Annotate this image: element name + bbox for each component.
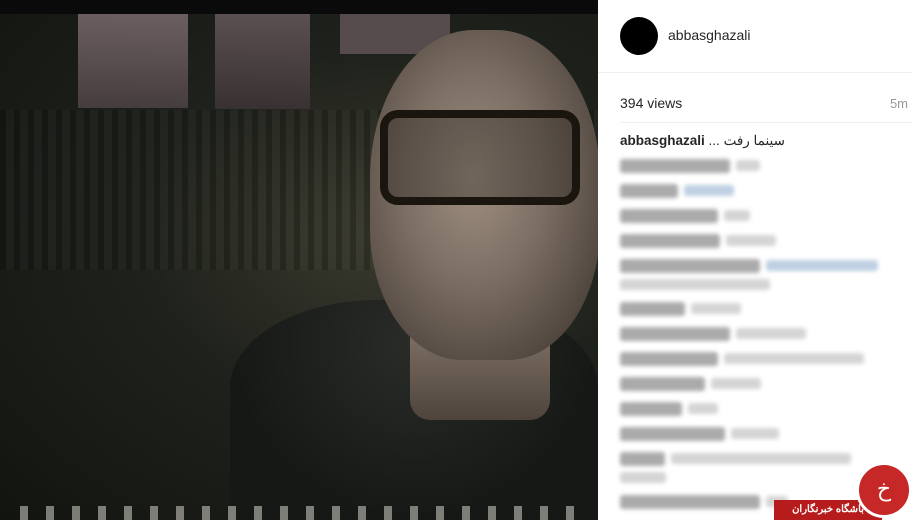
- list-item: [620, 425, 910, 447]
- comment-username-blurred[interactable]: [620, 451, 665, 466]
- comment-text-blurred: [688, 403, 718, 415]
- comment-text-blurred: [691, 303, 741, 315]
- list-item: [620, 375, 910, 397]
- comment-username-blurred[interactable]: [620, 401, 682, 416]
- comment-text-blurred: [724, 353, 864, 365]
- divider: [620, 122, 912, 123]
- comment-text-blurred: [726, 235, 776, 247]
- comment-text-blurred: [736, 160, 760, 172]
- video-person-glasses: [380, 110, 580, 205]
- comment-text-blurred: [620, 472, 666, 483]
- post-header: abbasghazali: [598, 0, 912, 73]
- list-item: [620, 232, 910, 254]
- comment-text-blurred: [736, 328, 806, 340]
- comment-username-blurred[interactable]: [620, 494, 760, 509]
- comment-username-blurred[interactable]: [620, 351, 718, 366]
- comment-username-blurred[interactable]: [620, 376, 705, 391]
- caption-username[interactable]: abbasghazali: [620, 133, 705, 148]
- comment-text-blurred: [684, 185, 734, 197]
- comment-username-blurred[interactable]: [620, 183, 678, 198]
- comment-username-blurred[interactable]: [620, 158, 730, 173]
- comment-text-blurred: [711, 378, 761, 390]
- comment-username-blurred[interactable]: [620, 426, 725, 441]
- watermark-logo: باشگاه خبرنگاران خ: [774, 460, 912, 520]
- comment-text-blurred: [731, 428, 779, 440]
- list-item: [620, 157, 910, 179]
- list-item: [620, 300, 910, 322]
- video-player[interactable]: [0, 0, 598, 520]
- video-top-letterbox: [0, 0, 598, 14]
- post-side-panel: abbasghazali 394 views 5m abbasghazali .…: [598, 0, 912, 520]
- list-item: [620, 350, 910, 372]
- comment-username-blurred[interactable]: [620, 233, 720, 248]
- video-subtitle-blur: [20, 506, 580, 520]
- list-item: [620, 257, 910, 297]
- comment-username-blurred[interactable]: [620, 258, 760, 273]
- list-item: [620, 400, 910, 422]
- caption-text: ... سینما رفت: [708, 133, 785, 148]
- post-username[interactable]: abbasghazali: [668, 27, 751, 43]
- comment-text-blurred: [766, 260, 878, 272]
- comment-username-blurred[interactable]: [620, 208, 718, 223]
- post-caption: abbasghazali ... سینما رفت: [620, 133, 785, 149]
- avatar[interactable]: [620, 17, 658, 55]
- comment-text-blurred: [620, 279, 770, 290]
- post-timestamp[interactable]: 5m: [890, 96, 908, 111]
- list-item: [620, 182, 910, 204]
- comment-username-blurred[interactable]: [620, 301, 685, 316]
- video-background-window: [215, 14, 310, 109]
- video-background-window: [78, 14, 188, 108]
- comment-text-blurred: [724, 210, 750, 222]
- comment-username-blurred[interactable]: [620, 326, 730, 341]
- list-item: [620, 207, 910, 229]
- list-item: [620, 325, 910, 347]
- view-count: 394 views: [620, 95, 683, 111]
- watermark-circle-icon: خ: [856, 462, 912, 518]
